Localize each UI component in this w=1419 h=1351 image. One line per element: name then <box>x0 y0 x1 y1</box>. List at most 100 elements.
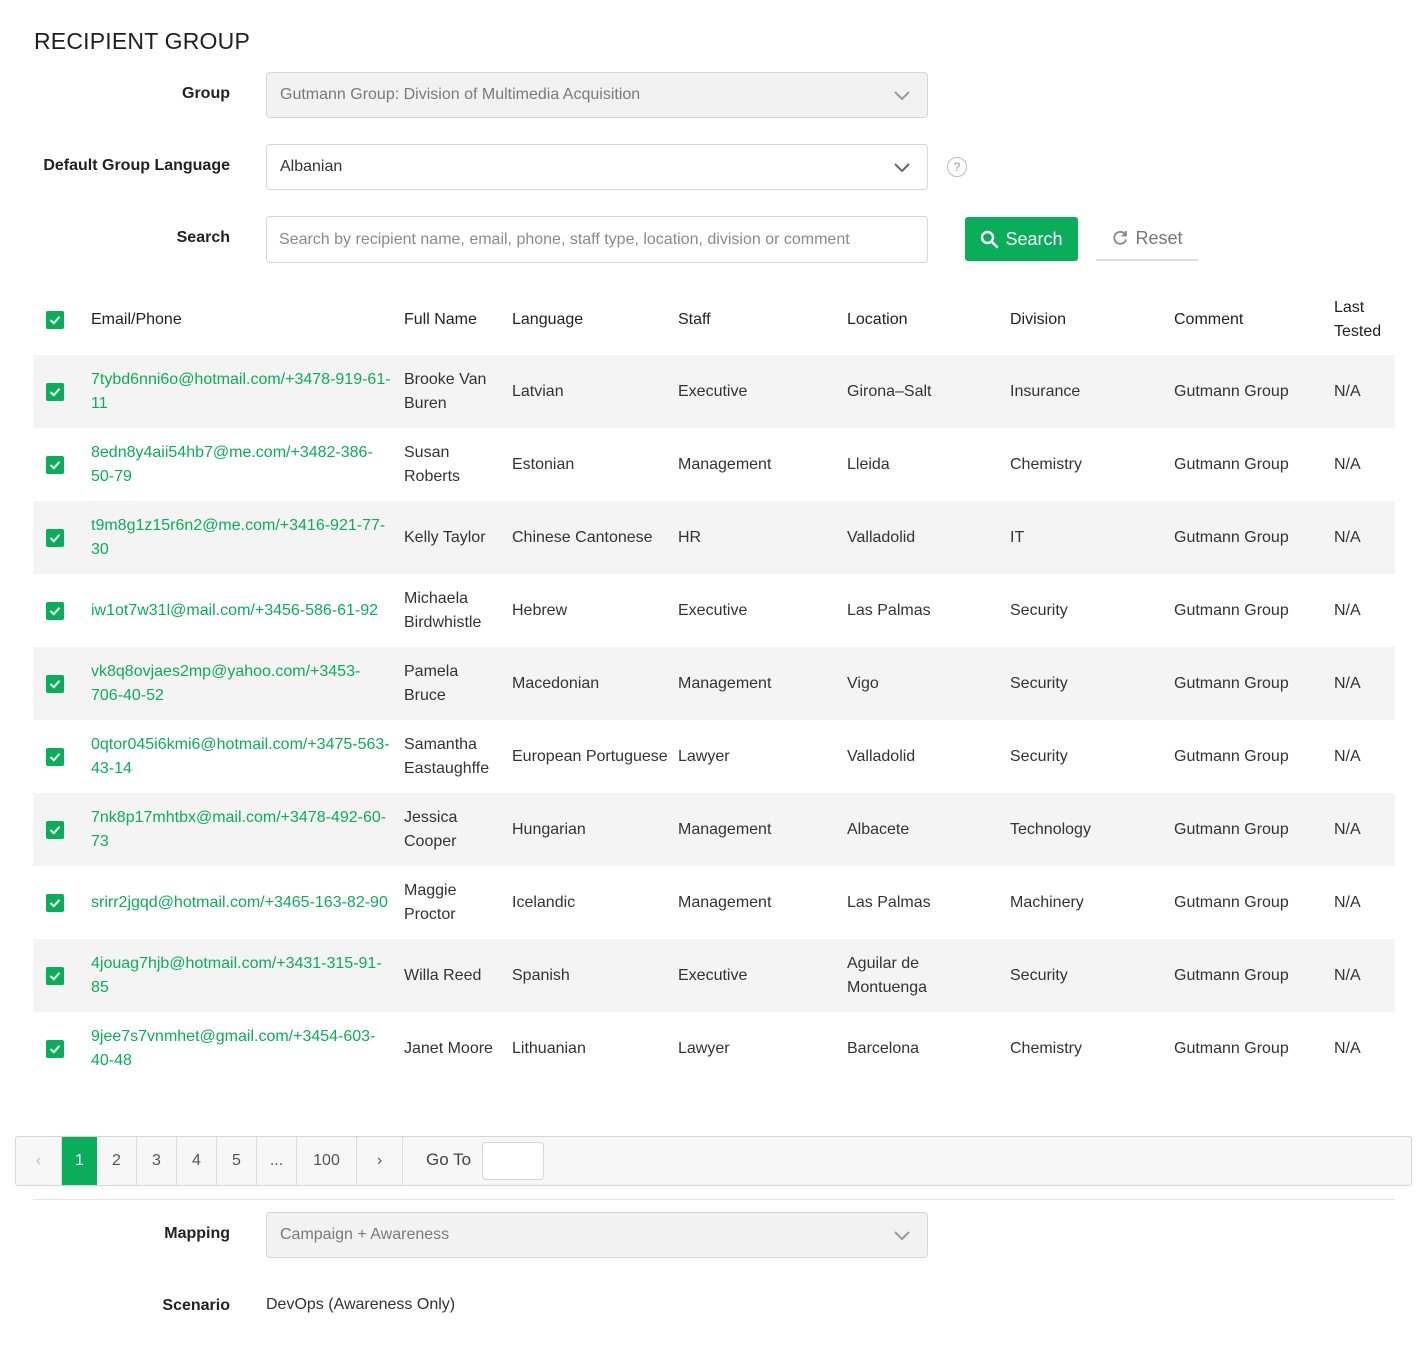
prev-page-button[interactable]: ‹ <box>16 1137 62 1185</box>
cell-location: Valladolid <box>847 501 1010 574</box>
cell-email[interactable]: vk8q8ovjaes2mp@yahoo.com/+3453-706-40-52 <box>91 647 404 720</box>
cell-location: Las Palmas <box>847 601 931 619</box>
goto-label: Go To <box>426 1150 472 1169</box>
cell-email[interactable]: 7tybd6nni6o@hotmail.com/+3478-919-61-11 <box>91 355 404 428</box>
cell-division: Machinery <box>1010 893 1084 911</box>
help-icon[interactable]: ? <box>947 157 967 177</box>
row-checkbox[interactable] <box>46 894 64 913</box>
checkbox-checked-icon <box>49 388 61 397</box>
language-select[interactable]: Albanian <box>266 144 928 190</box>
row-checkbox[interactable] <box>46 675 64 694</box>
cell-full-name: Kelly Taylor <box>404 501 512 574</box>
header-comment[interactable]: Comment <box>1174 284 1334 355</box>
row-checkbox[interactable] <box>46 383 64 402</box>
cell-language: European Portuguese <box>512 747 668 765</box>
row-checkbox[interactable] <box>46 1040 64 1059</box>
cell-email[interactable]: iw1ot7w31l@mail.com/+3456-586-61-92 <box>91 574 404 647</box>
cell-last-tested: N/A <box>1334 893 1361 911</box>
cell-division: Technology <box>1010 793 1174 866</box>
cell-language: Chinese Cantonese <box>512 501 678 574</box>
header-email[interactable]: Email/Phone <box>91 284 404 355</box>
page-button-4[interactable]: 4 <box>177 1137 217 1185</box>
cell-staff: Lawyer <box>678 1039 730 1057</box>
cell-division: Security <box>1010 647 1174 720</box>
section-divider <box>33 1199 1395 1200</box>
page-button-1[interactable]: 1 <box>62 1137 97 1185</box>
cell-email[interactable]: 9jee7s7vnmhet@gmail.com/+3454-603-40-48 <box>91 1012 404 1085</box>
header-location[interactable]: Location <box>847 284 1010 355</box>
cell-email[interactable]: 8edn8y4aii54hb7@me.com/+3482-386-50-79 <box>91 428 404 501</box>
page-button-100[interactable]: 100 <box>297 1137 357 1185</box>
cell-last-tested: N/A <box>1334 793 1395 866</box>
row-checkbox-cell <box>33 501 91 574</box>
table-row[interactable]: 0qtor045i6kmi6@hotmail.com/+3475-563-43-… <box>33 720 1395 793</box>
cell-last-tested: N/A <box>1334 455 1361 473</box>
cell-comment: Gutmann Group <box>1174 893 1289 911</box>
next-page-button[interactable]: › <box>357 1137 403 1185</box>
row-checkbox-cell <box>33 574 91 647</box>
cell-email[interactable]: srirr2jgqd@hotmail.com/+3465-163-82-90 <box>91 866 404 939</box>
cell-last-tested: N/A <box>1334 747 1361 765</box>
cell-language: Hebrew <box>512 601 568 619</box>
goto-page-input[interactable] <box>482 1142 544 1180</box>
chevron-down-icon <box>894 163 910 173</box>
table-row[interactable]: 9jee7s7vnmhet@gmail.com/+3454-603-40-48 J… <box>33 1012 1395 1085</box>
page-button-5[interactable]: 5 <box>217 1137 257 1185</box>
row-checkbox[interactable] <box>46 602 64 621</box>
table-row[interactable]: iw1ot7w31l@mail.com/+3456-586-61-92 Micha… <box>33 574 1395 647</box>
select-all-checkbox[interactable] <box>46 311 64 330</box>
scenario-label: Scenario <box>162 1297 230 1314</box>
table-row[interactable]: 7tybd6nni6o@hotmail.com/+3478-919-61-11 B… <box>33 355 1395 428</box>
cell-comment: Gutmann Group <box>1174 601 1289 619</box>
row-checkbox[interactable] <box>46 456 64 475</box>
checkbox-checked-icon <box>49 316 61 325</box>
search-button-label: Search <box>1005 228 1063 249</box>
page-ellipsis-button[interactable]: ... <box>257 1137 297 1185</box>
cell-staff: Lawyer <box>678 747 730 765</box>
row-checkbox[interactable] <box>46 821 64 840</box>
table-row[interactable]: 4jouag7hjb@hotmail.com/+3431-315-91-85 Wi… <box>33 939 1395 1012</box>
cell-email[interactable]: 4jouag7hjb@hotmail.com/+3431-315-91-85 <box>91 939 404 1012</box>
page-button-2[interactable]: 2 <box>97 1137 137 1185</box>
header-language[interactable]: Language <box>512 284 678 355</box>
cell-staff: Management <box>678 793 847 866</box>
checkbox-checked-icon <box>49 534 61 543</box>
cell-email[interactable]: 7nk8p17mhtbx@mail.com/+3478-492-60-73 <box>91 793 404 866</box>
checkbox-checked-icon <box>49 826 61 835</box>
row-checkbox[interactable] <box>46 748 64 767</box>
cell-email[interactable]: 0qtor045i6kmi6@hotmail.com/+3475-563-43-… <box>91 720 404 793</box>
cell-last-tested: N/A <box>1334 647 1395 720</box>
checkbox-checked-icon <box>49 1045 61 1054</box>
row-checkbox-cell <box>33 647 91 720</box>
cell-staff: HR <box>678 501 847 574</box>
checkbox-checked-icon <box>49 753 61 762</box>
mapping-select: Campaign + Awareness <box>266 1212 928 1258</box>
page-button-3[interactable]: 3 <box>137 1137 177 1185</box>
search-button[interactable]: Search <box>965 217 1078 261</box>
header-full-name[interactable]: Full Name <box>404 284 512 355</box>
reset-button[interactable]: Reset <box>1096 217 1198 261</box>
cell-comment: Gutmann Group <box>1174 355 1334 428</box>
cell-comment: Gutmann Group <box>1174 1039 1289 1057</box>
row-checkbox-cell <box>33 428 91 501</box>
row-checkbox[interactable] <box>46 529 64 548</box>
pagination: ‹ 1 2 3 4 5 ... 100 › Go To <box>15 1136 1412 1186</box>
cell-full-name: Brooke Van Buren <box>404 355 512 428</box>
table-row[interactable]: 8edn8y4aii54hb7@me.com/+3482-386-50-79 Su… <box>33 428 1395 501</box>
cell-last-tested: N/A <box>1334 501 1395 574</box>
table-row[interactable]: srirr2jgqd@hotmail.com/+3465-163-82-90 Ma… <box>33 866 1395 939</box>
cell-language: Spanish <box>512 939 678 1012</box>
recipients-table: Email/Phone Full Name Language Staff Loc… <box>33 284 1395 1085</box>
row-checkbox[interactable] <box>46 967 64 986</box>
table-row[interactable]: 7nk8p17mhtbx@mail.com/+3478-492-60-73 Jes… <box>33 793 1395 866</box>
cell-email[interactable]: t9m8g1z15r6n2@me.com/+3416-921-77-30 <box>91 501 404 574</box>
search-input[interactable] <box>266 216 928 263</box>
header-last-tested[interactable]: Last Tested <box>1334 284 1395 355</box>
header-staff[interactable]: Staff <box>678 284 847 355</box>
page-title: RECIPIENT GROUP <box>34 28 250 54</box>
header-division[interactable]: Division <box>1010 284 1174 355</box>
table-row[interactable]: vk8q8ovjaes2mp@yahoo.com/+3453-706-40-52… <box>33 647 1395 720</box>
table-row[interactable]: t9m8g1z15r6n2@me.com/+3416-921-77-30 Kell… <box>33 501 1395 574</box>
checkbox-checked-icon <box>49 899 61 908</box>
chevron-down-icon <box>894 1231 910 1241</box>
